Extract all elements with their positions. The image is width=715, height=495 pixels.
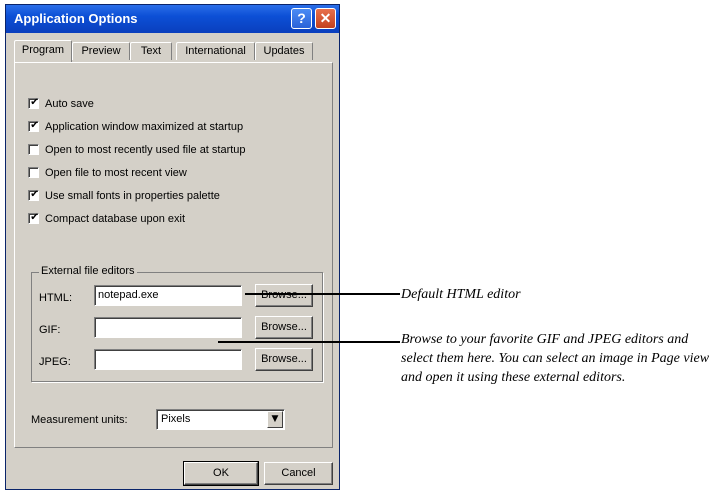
option-label: Use small fonts in properties palette xyxy=(45,190,220,202)
tab-updates[interactable]: Updates xyxy=(255,42,313,60)
html-editor-label: HTML: xyxy=(39,292,72,304)
help-button[interactable]: ? xyxy=(291,8,312,29)
checkbox[interactable]: ✔ xyxy=(28,212,39,224)
tab-international[interactable]: International xyxy=(176,42,255,60)
option-label: Auto save xyxy=(45,98,94,110)
checkbox[interactable]: ✔ xyxy=(28,97,39,109)
gif-editor-label: GIF: xyxy=(39,324,61,336)
group-title: External file editors xyxy=(39,265,137,277)
jpeg-editor-label: JPEG: xyxy=(39,356,71,368)
application-options-dialog: Application Options ? ✕ Program Preview … xyxy=(5,4,340,490)
option-label: Open to most recently used file at start… xyxy=(45,144,246,156)
html-editor-field[interactable]: notepad.exe xyxy=(94,285,242,306)
tab-program[interactable]: Program xyxy=(14,40,72,62)
checkbox[interactable]: ✔ xyxy=(28,189,39,201)
checkbox[interactable]: ✔ xyxy=(28,120,39,132)
close-button[interactable]: ✕ xyxy=(315,8,336,29)
gif-editor-field[interactable] xyxy=(94,317,242,338)
ok-button[interactable]: OK xyxy=(183,461,259,486)
checkbox[interactable] xyxy=(28,144,39,155)
browse-gif-button[interactable]: Browse... xyxy=(255,316,313,339)
check-mark-icon: ✔ xyxy=(30,212,39,223)
option-label: Open file to most recent view xyxy=(45,167,187,179)
html-editor-pointer-line xyxy=(245,293,400,295)
checkbox[interactable] xyxy=(28,167,39,178)
jpeg-editor-field[interactable] xyxy=(94,349,242,370)
tab-preview[interactable]: Preview xyxy=(72,42,130,60)
tab-text[interactable]: Text xyxy=(130,42,172,60)
chevron-down-icon[interactable]: ▼ xyxy=(267,411,283,428)
check-mark-icon: ✔ xyxy=(30,120,39,131)
image-editor-pointer-line xyxy=(218,341,400,343)
window-title: Application Options xyxy=(14,11,138,26)
cancel-button[interactable]: Cancel xyxy=(264,462,333,485)
browse-jpeg-button[interactable]: Browse... xyxy=(255,348,313,371)
image-editors-annotation: Browse to your favorite GIF and JPEG edi… xyxy=(401,332,710,385)
title-bar[interactable]: Application Options ? ✕ xyxy=(6,5,339,33)
option-label: Compact database upon exit xyxy=(45,213,186,225)
select-value: Pixels xyxy=(161,413,191,425)
check-mark-icon: ✔ xyxy=(30,189,39,200)
measurement-units-select[interactable]: Pixels ▼ xyxy=(156,409,285,430)
option-label: Application window maximized at startup xyxy=(45,121,244,133)
browse-html-button[interactable]: Browse... xyxy=(255,284,313,307)
check-mark-icon: ✔ xyxy=(30,97,39,108)
html-editor-annotation: Default HTML editor xyxy=(401,287,521,302)
measurement-units-label: Measurement units: xyxy=(31,414,128,426)
